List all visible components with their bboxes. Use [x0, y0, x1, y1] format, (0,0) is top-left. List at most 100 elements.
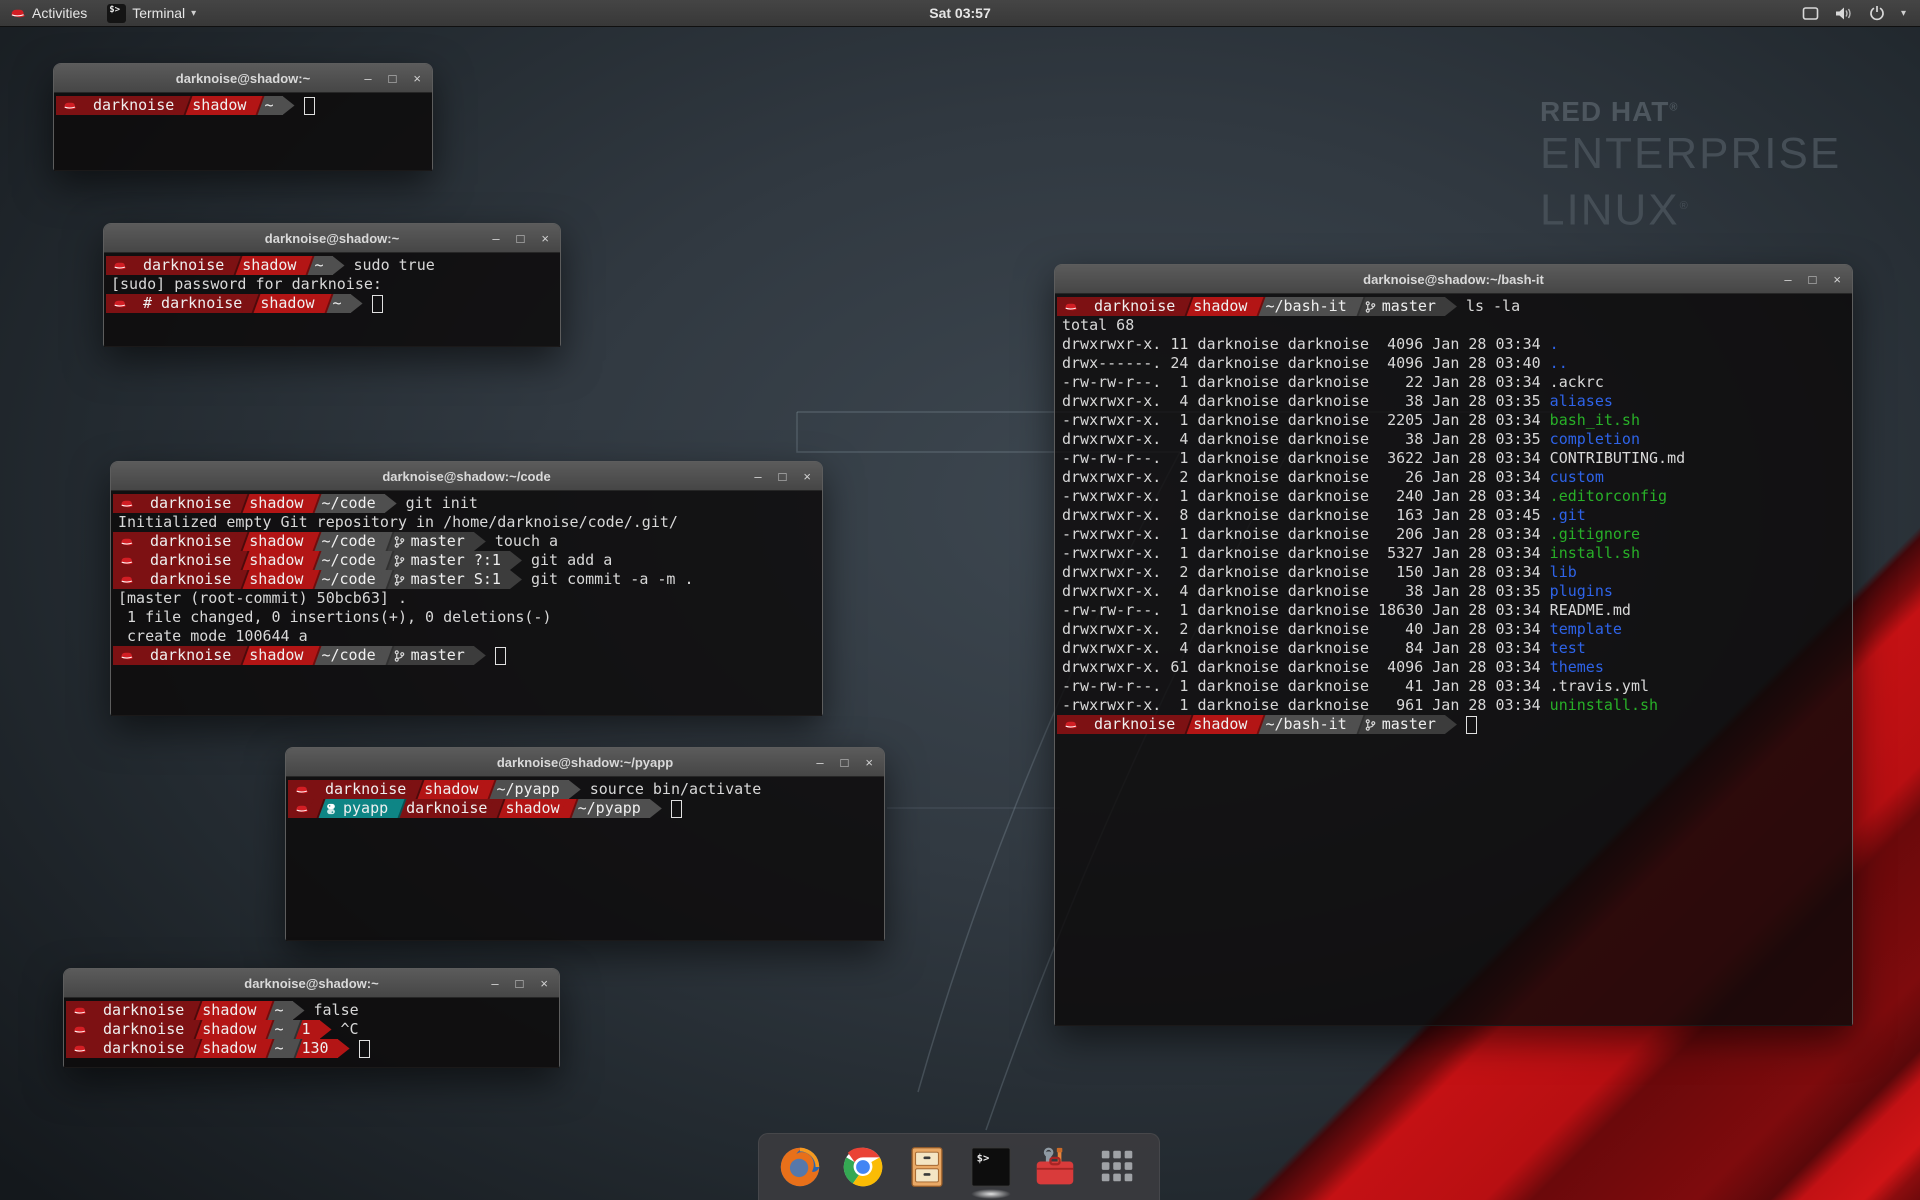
volume-icon — [1835, 6, 1853, 21]
close-button[interactable]: × — [413, 72, 421, 85]
prompt-line: darknoiseshadow~ — [56, 96, 432, 115]
redhat-prompt-icon — [1064, 719, 1078, 730]
ls-row-meta: -rwxrwxr-x. 1 darknoise darknoise 2205 J… — [1062, 411, 1550, 430]
maximize-button[interactable]: □ — [841, 756, 849, 769]
prompt-redhat-chip — [113, 570, 141, 589]
dock-item-chrome[interactable] — [840, 1144, 886, 1190]
git-branch-icon — [1365, 300, 1376, 314]
ls-row: drwxrwxr-x. 61 darknoise darknoise 4096 … — [1057, 658, 1852, 677]
prompt-redhat-chip — [66, 1039, 94, 1058]
git-branch-icon-wrap — [1365, 718, 1376, 732]
prompt-segment-user: darknoise — [84, 96, 183, 115]
close-button[interactable]: × — [803, 470, 811, 483]
ls-row-filename: themes — [1550, 658, 1604, 677]
maximize-button[interactable]: □ — [517, 232, 525, 245]
window-buttons: – □ × — [816, 748, 873, 776]
terminal-content[interactable]: darknoiseshadow~falsedarknoiseshadow~1^C… — [64, 998, 559, 1068]
terminal-cursor — [304, 97, 315, 115]
terminal-content[interactable]: darknoiseshadow~/codegit initInitialized… — [111, 491, 822, 716]
rhel-logo-redhat: RED HAT® — [1540, 96, 1841, 128]
window-titlebar[interactable]: darknoise@shadow:~–□× — [54, 64, 432, 93]
prompt-segment-dir: ~/code — [312, 570, 384, 589]
app-menu-terminal[interactable]: $> Terminal ▾ — [97, 0, 206, 26]
clock[interactable]: Sat 03:57 — [0, 5, 1920, 21]
maximize-button[interactable]: □ — [779, 470, 787, 483]
window-titlebar[interactable]: darknoise@shadow:~–□× — [64, 969, 559, 998]
dock-item-terminal[interactable]: $> — [968, 1144, 1014, 1190]
window-titlebar[interactable]: darknoise@shadow:~/code–□× — [111, 462, 822, 491]
close-button[interactable]: × — [1833, 273, 1841, 286]
ls-row-filename: install.sh — [1550, 544, 1640, 563]
redhat-prompt-icon — [73, 1043, 87, 1054]
prompt-segment-text: shadow — [1193, 297, 1247, 316]
prompt-segment-text: ~/bash-it — [1265, 297, 1346, 316]
redhat-prompt-icon — [73, 1005, 87, 1016]
prompt-line: darknoiseshadow~/codegit init — [113, 494, 822, 513]
prompt-segment-user: darknoise — [1085, 715, 1184, 734]
prompt-segment-text: ~ — [274, 1020, 283, 1039]
dock-item-firefox[interactable] — [777, 1144, 823, 1190]
dock-item-app-grid[interactable] — [1095, 1144, 1141, 1190]
redhat-prompt-icon — [113, 298, 127, 309]
terminal-content[interactable]: darknoiseshadow~/pyappsource bin/activat… — [286, 777, 884, 941]
redhat-prompt-icon — [295, 784, 309, 795]
minimize-button[interactable]: – — [1784, 273, 1791, 286]
prompt-segment-text: ~/code — [321, 551, 375, 570]
minimize-button[interactable]: – — [492, 232, 499, 245]
system-tray[interactable]: ▾ — [1802, 5, 1920, 21]
terminal-output-line: Initialized empty Git repository in /hom… — [113, 513, 822, 532]
ls-row-filename: custom — [1550, 468, 1604, 487]
prompt-segment-user: darknoise — [316, 780, 415, 799]
prompt-segment-text: master — [1382, 297, 1436, 316]
redhat-prompt-icon — [113, 260, 127, 271]
prompt-line: darknoiseshadow~false — [66, 1001, 559, 1020]
prompt-redhat-chip — [113, 646, 141, 665]
close-button[interactable]: × — [540, 977, 548, 990]
prompt-segment-text: master — [411, 532, 465, 551]
terminal-content[interactable]: darknoiseshadow~sudo true[sudo] password… — [104, 253, 560, 347]
terminal-content[interactable]: darknoiseshadow~/bash-itmasterls -latota… — [1055, 294, 1852, 1026]
prompt-line: darknoiseshadow~/bash-itmaster — [1057, 715, 1852, 734]
command-text: git commit -a -m . — [522, 570, 694, 589]
maximize-button[interactable]: □ — [389, 72, 397, 85]
prompt-segment-host: shadow — [240, 551, 312, 570]
maximize-button[interactable]: □ — [516, 977, 524, 990]
git-branch-icon-wrap — [394, 573, 405, 587]
activities-button[interactable]: Activities — [0, 0, 97, 26]
ls-row-filename: .git — [1550, 506, 1586, 525]
ls-row: drwxrwxr-x. 2 darknoise darknoise 40 Jan… — [1057, 620, 1852, 639]
dock-item-files[interactable] — [904, 1144, 950, 1190]
prompt-segment-text: ~ — [274, 1039, 283, 1058]
command-text: touch a — [486, 532, 558, 551]
prompt-segment-git: master ?:1 — [385, 551, 510, 570]
terminal-window-term-pyapp: darknoise@shadow:~/pyapp–□×darknoiseshad… — [285, 747, 885, 941]
window-buttons: – □ × — [1784, 265, 1841, 293]
close-button[interactable]: × — [541, 232, 549, 245]
prompt-segment-git: master — [385, 532, 474, 551]
minimize-button[interactable]: – — [754, 470, 761, 483]
ls-row-filename: test — [1550, 639, 1586, 658]
maximize-button[interactable]: □ — [1809, 273, 1817, 286]
prompt-redhat-chip — [56, 96, 84, 115]
minimize-button[interactable]: – — [364, 72, 371, 85]
prompt-segment-dir: ~/pyapp — [569, 799, 650, 818]
prompt-segment-user: darknoise — [134, 256, 233, 275]
terminal-content[interactable]: darknoiseshadow~ — [54, 93, 432, 171]
window-titlebar[interactable]: darknoise@shadow:~–□× — [104, 224, 560, 253]
dock-item-toolbox[interactable] — [1032, 1144, 1078, 1190]
git-branch-icon — [394, 554, 405, 568]
git-branch-icon-wrap — [1365, 300, 1376, 314]
minimize-button[interactable]: – — [816, 756, 823, 769]
prompt-segment-text: darknoise — [1094, 715, 1175, 734]
prompt-arrow-cap — [569, 780, 581, 799]
redhat-prompt-icon — [295, 803, 309, 814]
minimize-button[interactable]: – — [491, 977, 498, 990]
window-titlebar[interactable]: darknoise@shadow:~/bash-it–□× — [1055, 265, 1852, 294]
close-button[interactable]: × — [865, 756, 873, 769]
window-titlebar[interactable]: darknoise@shadow:~/pyapp–□× — [286, 748, 884, 777]
prompt-segment-text: master S:1 — [411, 570, 501, 589]
prompt-segment-text: shadow — [242, 256, 296, 275]
prompt-segment-host: shadow — [415, 780, 487, 799]
ls-row: drwxrwxr-x. 11 darknoise darknoise 4096 … — [1057, 335, 1852, 354]
ls-row: drwxrwxr-x. 4 darknoise darknoise 38 Jan… — [1057, 582, 1852, 601]
